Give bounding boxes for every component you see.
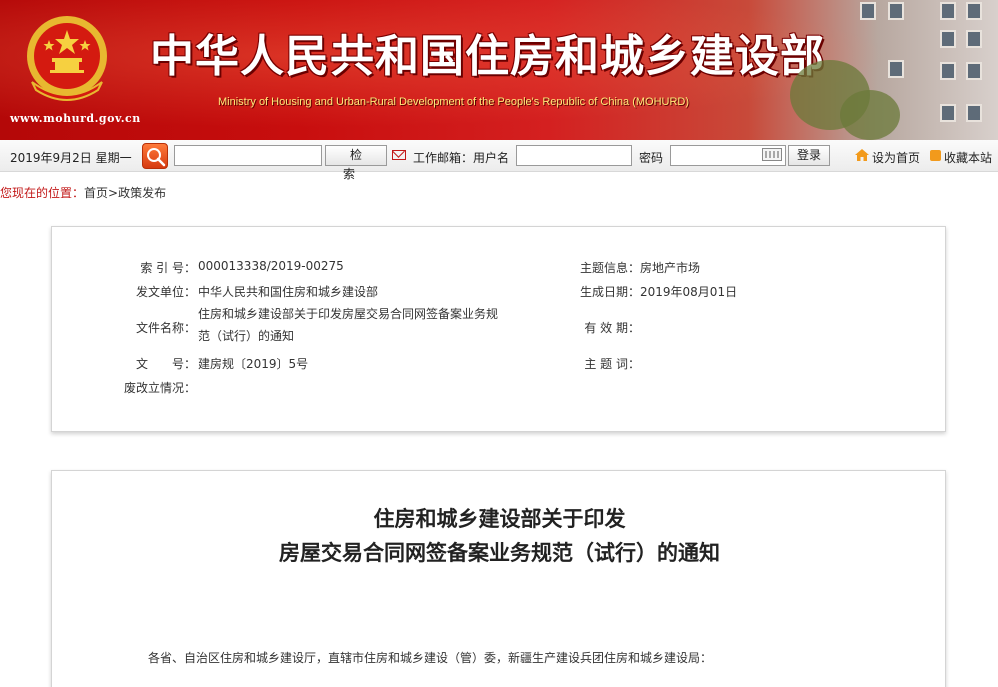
- article-title-line1: 住房和城乡建设部关于印发: [373, 507, 626, 531]
- site-banner: www.mohurd.gov.cn 中华人民共和国住房和城乡建设部 Minist…: [0, 0, 998, 140]
- validity-label: 有 效 期：: [584, 321, 640, 335]
- breadcrumb: 您现在的位置：首页>政策发布: [0, 184, 166, 201]
- building-window: [888, 60, 904, 78]
- article-salutation: 各省、自治区住房和城乡建设厅，直辖市住房和城乡建设（管）委，新疆生产建设兵团住房…: [148, 651, 713, 665]
- issuer-value: 中华人民共和国住房和城乡建设部: [198, 285, 379, 299]
- building-window: [966, 62, 982, 80]
- document-name-label: 文件名称：: [135, 321, 196, 335]
- topic-value: 房地产市场: [640, 261, 701, 275]
- home-icon[interactable]: [855, 149, 869, 161]
- login-button[interactable]: 登录: [788, 145, 830, 166]
- building-window: [940, 2, 956, 20]
- national-emblem-icon: [27, 16, 107, 101]
- building-window: [940, 104, 956, 122]
- revision-status-label: 废改立情况：: [123, 381, 196, 395]
- building-window: [966, 104, 982, 122]
- topic-label: 主题信息：: [579, 261, 640, 275]
- building-window: [940, 62, 956, 80]
- ministry-title-en: Ministry of Housing and Urban-Rural Deve…: [218, 96, 690, 108]
- current-date: 2019年9月2日 星期一: [10, 151, 132, 165]
- set-homepage-link[interactable]: 设为首页: [872, 149, 920, 166]
- document-name-value: 住房和城乡建设部关于印发房屋交易合同网签备案业务规范（试行）的通知: [198, 307, 499, 343]
- building-window: [966, 30, 982, 48]
- document-info-panel: 索 引 号： 000013338/2019-00275 主题信息： 房地产市场 …: [51, 226, 946, 432]
- document-number-value: 建房规〔2019〕5号: [198, 357, 309, 371]
- work-email-label: 工作邮箱：用户名: [413, 151, 510, 165]
- building-window: [888, 2, 904, 20]
- mail-icon: [392, 150, 406, 160]
- building-window: [966, 2, 982, 20]
- site-url: www.mohurd.gov.cn: [10, 112, 141, 125]
- building-window: [860, 2, 876, 20]
- breadcrumb-home-link[interactable]: 首页: [84, 186, 108, 200]
- top-toolbar: 2019年9月2日 星期一 检索 工作邮箱：用户名 密码 登录 设为首页 收藏本…: [0, 140, 998, 181]
- password-label: 密码: [639, 151, 664, 165]
- article-panel: 住房和城乡建设部关于印发 房屋交易合同网签备案业务规范（试行）的通知 各省、自治…: [51, 470, 946, 687]
- username-field[interactable]: [516, 145, 632, 166]
- breadcrumb-label: 您现在的位置：: [0, 186, 85, 200]
- index-number-label: 索 引 号：: [140, 261, 196, 275]
- search-icon[interactable]: [142, 143, 168, 169]
- search-button[interactable]: 检索: [325, 145, 387, 181]
- document-number-label: 文 号：: [135, 357, 196, 371]
- keywords-label: 主 题 词：: [584, 357, 640, 371]
- tree-image: [840, 90, 900, 140]
- breadcrumb-separator: >: [108, 186, 119, 200]
- building-window: [940, 30, 956, 48]
- generated-date-value: 2019年08月01日: [640, 285, 738, 299]
- search-input[interactable]: [174, 145, 322, 166]
- keyboard-icon[interactable]: [762, 148, 782, 161]
- issuer-label: 发文单位：: [135, 285, 196, 299]
- breadcrumb-section-link[interactable]: 政策发布: [118, 186, 166, 200]
- add-favorite-link[interactable]: 收藏本站: [944, 149, 992, 166]
- generated-date-label: 生成日期：: [579, 285, 640, 299]
- article-title-line2: 房屋交易合同网签备案业务规范（试行）的通知: [279, 541, 720, 565]
- building-image: [790, 0, 998, 140]
- ministry-title-cn: 中华人民共和国住房和城乡建设部: [150, 31, 825, 82]
- index-number-value: 000013338/2019-00275: [198, 259, 344, 273]
- bookmark-icon[interactable]: [930, 150, 941, 161]
